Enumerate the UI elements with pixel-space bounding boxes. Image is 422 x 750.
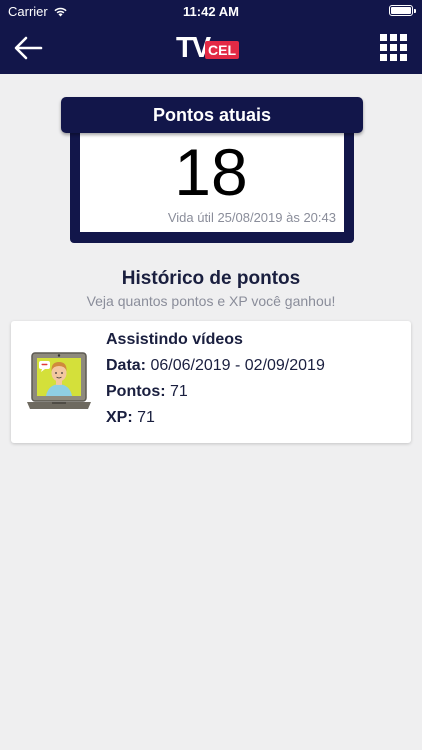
battery-icon [389,5,416,16]
status-bar: Carrier 11:42 AM [0,0,422,22]
grid-menu-button[interactable] [380,34,407,61]
arrow-left-icon [14,36,43,60]
history-subtitle: Veja quantos pontos e XP você ganhou! [86,293,336,309]
history-item[interactable]: Assistindo vídeos Data: 06/06/2019 - 02/… [11,321,411,443]
nav-bar: TV CEL [0,22,422,74]
points-expiry: Vida útil 25/08/2019 às 20:43 [167,210,336,225]
date-value: 06/06/2019 - 02/09/2019 [150,357,325,374]
laptop-person-icon [26,349,92,415]
history-item-points: Pontos: 71 [106,383,325,401]
points-label: Pontos: [106,383,166,400]
xp-label: XP: [106,409,133,426]
history-item-date: Data: 06/06/2019 - 02/09/2019 [106,357,325,375]
app-logo: TV CEL [176,32,246,64]
xp-value: 71 [137,409,155,426]
back-button[interactable] [12,34,44,62]
history-title: Histórico de pontos [121,268,301,289]
history-item-title: Assistindo vídeos [106,331,243,348]
history-item-text: Assistindo vídeos Data: 06/06/2019 - 02/… [106,331,325,435]
status-time: 11:42 AM [183,4,239,19]
grid-menu-icon [380,34,387,41]
date-label: Data: [106,357,147,374]
points-earned-value: 71 [170,383,188,400]
history-item-xp: XP: 71 [106,409,325,427]
points-value: 18 [174,135,248,209]
logo-badge: CEL [205,41,239,59]
points-header: Pontos atuais [61,97,363,133]
